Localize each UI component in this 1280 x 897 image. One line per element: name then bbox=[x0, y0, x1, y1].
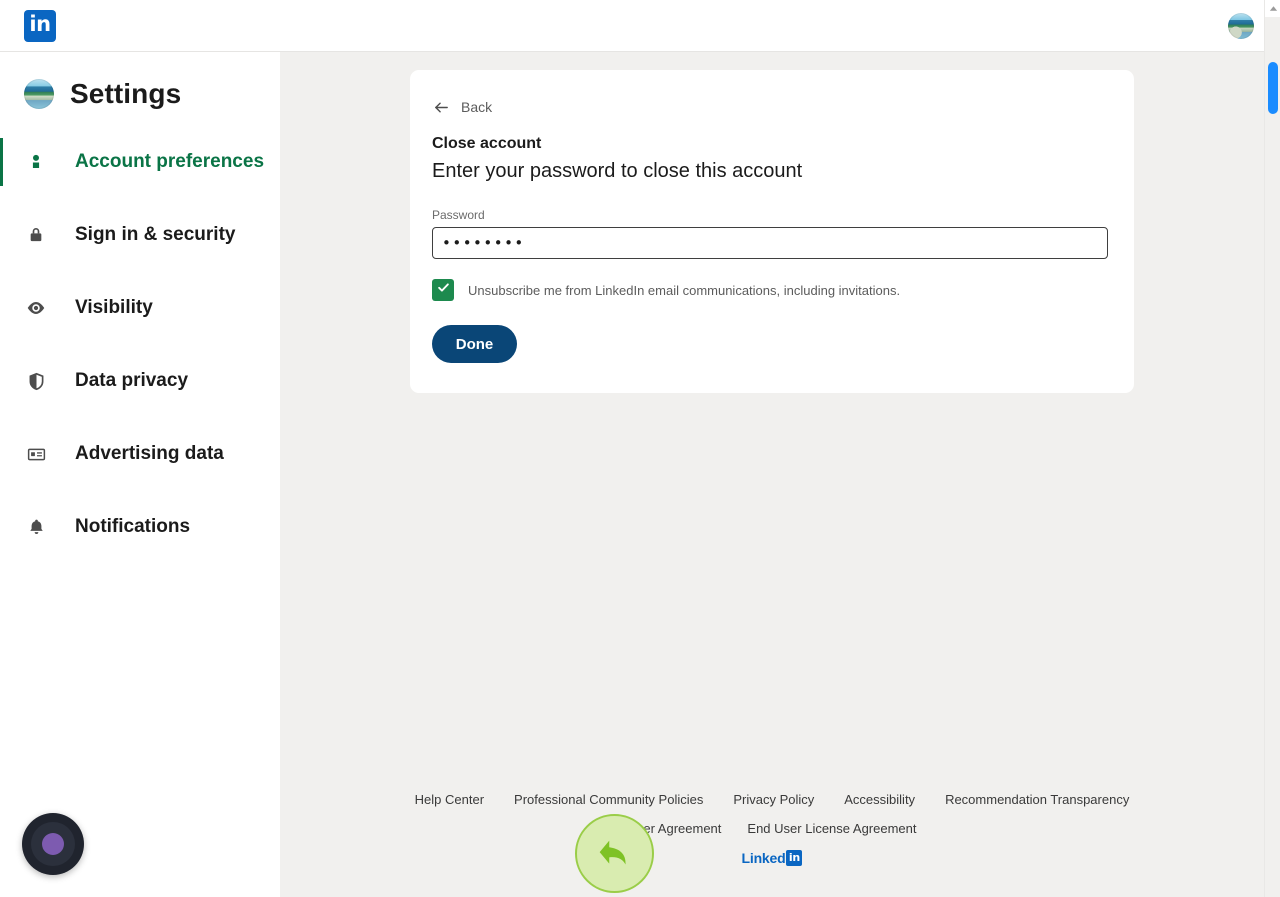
sidebar-item-notifications[interactable]: Notifications bbox=[0, 503, 280, 551]
linkedin-footer-logo-icon: Linked in bbox=[742, 850, 803, 866]
id-card-icon bbox=[24, 442, 48, 466]
unsubscribe-label: Unsubscribe me from LinkedIn email commu… bbox=[468, 282, 901, 298]
card-subtitle: Enter your password to close this accoun… bbox=[432, 160, 803, 182]
bell-icon bbox=[24, 515, 48, 539]
lock-icon bbox=[24, 223, 48, 247]
sidebar-item-sign-in-security[interactable]: Sign in & security bbox=[0, 211, 280, 259]
sidebar-item-label: Notifications bbox=[75, 516, 191, 537]
recorder-dot bbox=[42, 833, 64, 855]
done-button[interactable]: Done bbox=[432, 325, 517, 363]
sidebar-item-data-privacy[interactable]: Data privacy bbox=[0, 357, 280, 405]
footer-link-privacy-policy[interactable]: Privacy Policy bbox=[733, 792, 814, 807]
sidebar-item-advertising-data[interactable]: Advertising data bbox=[0, 430, 280, 478]
sidebar-item-label: Advertising data bbox=[75, 443, 224, 464]
password-label: Password bbox=[432, 208, 485, 222]
footer-link-professional-community-policies[interactable]: Professional Community Policies bbox=[514, 792, 703, 807]
recorder-ring bbox=[31, 822, 75, 866]
site-footer: Help Center Professional Community Polic… bbox=[280, 792, 1264, 868]
footer-link-help-center[interactable]: Help Center bbox=[415, 792, 484, 807]
footer-link-user-agreement[interactable]: User Agreement bbox=[627, 821, 721, 836]
recording-indicator-icon[interactable] bbox=[22, 813, 84, 875]
card-title: Close account bbox=[432, 135, 542, 152]
app-viewport: in Settings Account preferences Sign in … bbox=[0, 0, 1280, 897]
checkmark-icon bbox=[436, 280, 451, 300]
footer-links-row-1: Help Center Professional Community Polic… bbox=[280, 792, 1264, 807]
sidebar-item-account-preferences[interactable]: Account preferences bbox=[0, 138, 280, 186]
password-field-group: Password bbox=[432, 208, 1112, 259]
sidebar-item-label: Sign in & security bbox=[75, 224, 236, 245]
unsubscribe-checkbox-row: Unsubscribe me from LinkedIn email commu… bbox=[432, 279, 1112, 301]
close-account-card: Back Close account Enter your password t… bbox=[410, 70, 1134, 393]
person-icon bbox=[24, 150, 48, 174]
arrow-left-icon bbox=[432, 98, 450, 116]
page-scrollbar[interactable] bbox=[1264, 0, 1280, 897]
settings-header: Settings bbox=[24, 78, 280, 110]
footer-link-accessibility[interactable]: Accessibility bbox=[844, 792, 915, 807]
settings-sidebar: Settings Account preferences Sign in & s… bbox=[0, 52, 280, 897]
sidebar-item-label: Visibility bbox=[75, 297, 153, 318]
shield-icon bbox=[24, 369, 48, 393]
eye-icon bbox=[24, 296, 48, 320]
back-button[interactable]: Back bbox=[432, 98, 492, 116]
footer-links-row-2: User Agreement End User License Agreemen… bbox=[280, 821, 1264, 836]
top-navigation-bar: in bbox=[0, 0, 1264, 52]
sidebar-item-visibility[interactable]: Visibility bbox=[0, 284, 280, 332]
chevron-up-icon[interactable] bbox=[1265, 0, 1280, 17]
back-label: Back bbox=[461, 99, 493, 115]
unsubscribe-checkbox[interactable] bbox=[432, 279, 454, 301]
password-input[interactable] bbox=[432, 227, 1108, 259]
footer-logo-text: Linked bbox=[741, 850, 786, 866]
avatar bbox=[24, 79, 54, 109]
user-avatar-icon[interactable] bbox=[1228, 12, 1254, 39]
footer-link-recommendation-transparency[interactable]: Recommendation Transparency bbox=[945, 792, 1129, 807]
footer-logo-mark: in bbox=[786, 850, 803, 866]
active-indicator-bar bbox=[0, 138, 3, 186]
main-content-area: Back Close account Enter your password t… bbox=[280, 52, 1264, 897]
sidebar-item-label: Account preferences bbox=[75, 151, 265, 172]
page-title: Settings bbox=[70, 78, 182, 109]
linkedin-logo-icon[interactable]: in bbox=[24, 9, 56, 42]
footer-link-end-user-license-agreement[interactable]: End User License Agreement bbox=[747, 821, 916, 836]
sidebar-nav: Account preferences Sign in & security V… bbox=[0, 138, 280, 551]
sidebar-item-label: Data privacy bbox=[75, 370, 189, 391]
scrollbar-thumb[interactable] bbox=[1268, 62, 1278, 114]
